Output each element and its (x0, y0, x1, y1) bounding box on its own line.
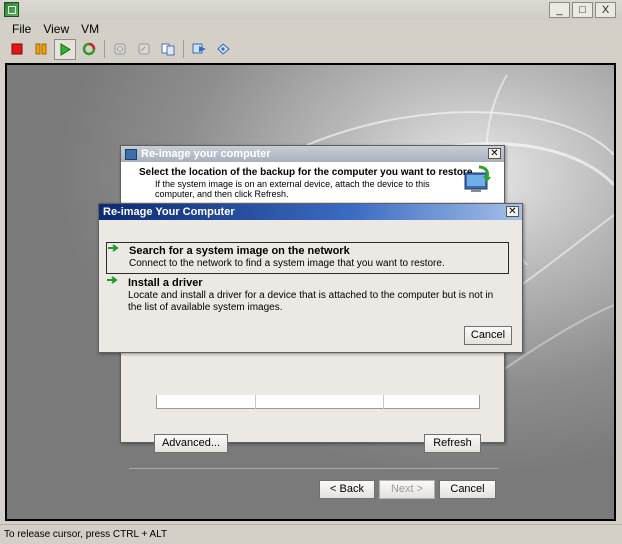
vmware-app-icon (4, 2, 19, 17)
wizard-heading: Select the location of the backup for th… (139, 167, 473, 178)
wizard-window-icon (125, 148, 137, 160)
manage-snapshots-icon (161, 43, 175, 56)
option-title: Search for a system image on the network (129, 245, 350, 257)
reimage-options-title: Re-image Your Computer (103, 206, 235, 218)
wizard-description: If the system image is on an external de… (155, 179, 430, 199)
window-titlebar: _ □ X (0, 0, 622, 20)
option-search-network[interactable]: Search for a system image on the network… (106, 242, 509, 274)
green-arrow-icon (107, 276, 118, 284)
menu-view[interactable]: View (43, 22, 69, 36)
pause-button[interactable] (30, 39, 52, 60)
play-icon (60, 42, 71, 56)
table-column-divider (255, 395, 256, 409)
play-button[interactable] (54, 38, 76, 60)
stop-button[interactable] (6, 39, 28, 60)
fullscreen-button[interactable] (212, 39, 234, 60)
reimage-options-titlebar: Re-image Your Computer ✕ (99, 204, 522, 220)
backup-list-table[interactable] (156, 395, 480, 409)
pause-icon (35, 43, 47, 55)
wizard-close-button[interactable]: ✕ (488, 148, 501, 159)
guest-display[interactable]: Re-image your computer ✕ Select the loca… (5, 63, 616, 521)
stop-icon (11, 43, 23, 55)
toolbar (6, 38, 234, 60)
reimage-options-dialog: Re-image Your Computer ✕ Search for a sy… (98, 203, 523, 353)
reset-icon (82, 42, 96, 56)
close-button[interactable]: X (595, 2, 616, 18)
option-title: Install a driver (128, 277, 203, 289)
toolbar-separator (183, 40, 184, 58)
guest-desktop: Re-image your computer ✕ Select the loca… (7, 65, 614, 519)
revert-snapshot-icon (138, 43, 150, 55)
wizard-divider (129, 468, 498, 469)
next-button[interactable]: Next > (379, 480, 435, 499)
status-bar: To release cursor, press CTRL + ALT (0, 524, 622, 543)
manage-snapshots-button[interactable] (157, 39, 179, 60)
back-button[interactable]: < Back (319, 480, 375, 499)
computer-restore-icon (464, 165, 491, 192)
maximize-button[interactable]: □ (572, 2, 593, 18)
reimage-wizard-titlebar: Re-image your computer ✕ (121, 146, 504, 162)
menu-file[interactable]: File (12, 22, 31, 36)
fullscreen-icon (216, 43, 230, 55)
option-description: Locate and install a driver for a device… (128, 290, 494, 313)
wizard-header-panel: Select the location of the backup for th… (121, 162, 504, 202)
menu-bar: File View VM (0, 20, 622, 38)
menu-vm[interactable]: VM (81, 22, 99, 36)
send-ctrl-alt-del-icon (192, 43, 206, 54)
send-ctrl-alt-del-button[interactable] (188, 39, 210, 60)
options-close-button[interactable]: ✕ (506, 206, 519, 217)
minimize-button[interactable]: _ (549, 2, 570, 18)
snapshot-icon (114, 43, 126, 55)
snapshot-button[interactable] (109, 39, 131, 60)
toolbar-separator (104, 40, 105, 58)
green-arrow-icon (108, 244, 119, 252)
revert-snapshot-button[interactable] (133, 39, 155, 60)
advanced-button[interactable]: Advanced... (154, 434, 228, 453)
options-cancel-button[interactable]: Cancel (464, 326, 512, 345)
reset-button[interactable] (78, 39, 100, 60)
table-column-divider (383, 395, 384, 409)
reimage-wizard-title: Re-image your computer (141, 148, 271, 160)
refresh-button[interactable]: Refresh (424, 434, 481, 453)
option-description: Connect to the network to find a system … (129, 258, 445, 269)
option-install-driver[interactable]: Install a driver Locate and install a dr… (106, 275, 509, 317)
wizard-cancel-button[interactable]: Cancel (439, 480, 496, 499)
